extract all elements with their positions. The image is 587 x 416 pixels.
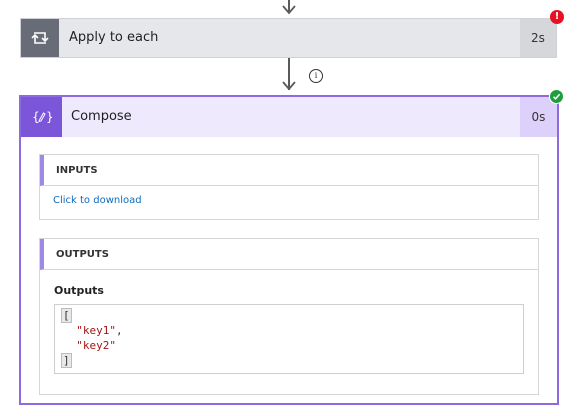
- json-line-open: [: [61, 308, 523, 323]
- json-comma: ,: [116, 324, 123, 337]
- outputs-json-viewer[interactable]: [ "key1", "key2" ]: [54, 304, 524, 374]
- compose-icon-box: { }: [21, 97, 62, 137]
- error-status-icon: !: [550, 10, 564, 24]
- compose-card: { } Compose 0s INPUTS Click to download …: [19, 95, 559, 405]
- outputs-label: Outputs: [54, 284, 104, 297]
- apply-to-each-title: Apply to each: [69, 30, 159, 45]
- json-line-item2: "key2": [63, 338, 523, 353]
- json-line-close: ]: [61, 353, 523, 368]
- compose-title: Compose: [71, 109, 132, 124]
- apply-to-each-duration: 2s: [520, 19, 556, 57]
- json-close-bracket: ]: [61, 353, 72, 368]
- success-check-icon: [549, 89, 564, 104]
- apply-to-each-icon-box: [21, 19, 59, 57]
- apply-to-each-card[interactable]: Apply to each 2s: [20, 18, 557, 58]
- compose-duration: 0s: [520, 97, 557, 137]
- json-value-key2: "key2": [76, 339, 116, 352]
- svg-text:}: }: [46, 110, 52, 124]
- outputs-header: OUTPUTS: [40, 239, 538, 270]
- loop-icon: [31, 32, 49, 44]
- inputs-header: INPUTS: [40, 155, 538, 186]
- inputs-section: INPUTS Click to download: [39, 154, 539, 220]
- arrow-down-icon-middle: [282, 81, 296, 91]
- outputs-section: OUTPUTS Outputs [ "key1", "key2" ]: [39, 238, 539, 395]
- info-icon[interactable]: i: [309, 69, 323, 83]
- json-open-bracket: [: [61, 308, 72, 323]
- compose-header[interactable]: { } Compose 0s: [21, 97, 557, 137]
- compose-expression-icon: { }: [32, 110, 52, 124]
- checkmark-icon: [552, 93, 561, 100]
- json-value-key1: "key1": [76, 324, 116, 337]
- arrow-down-icon-top: [282, 5, 296, 15]
- click-to-download-link[interactable]: Click to download: [53, 195, 142, 206]
- json-line-item1: "key1",: [63, 323, 523, 338]
